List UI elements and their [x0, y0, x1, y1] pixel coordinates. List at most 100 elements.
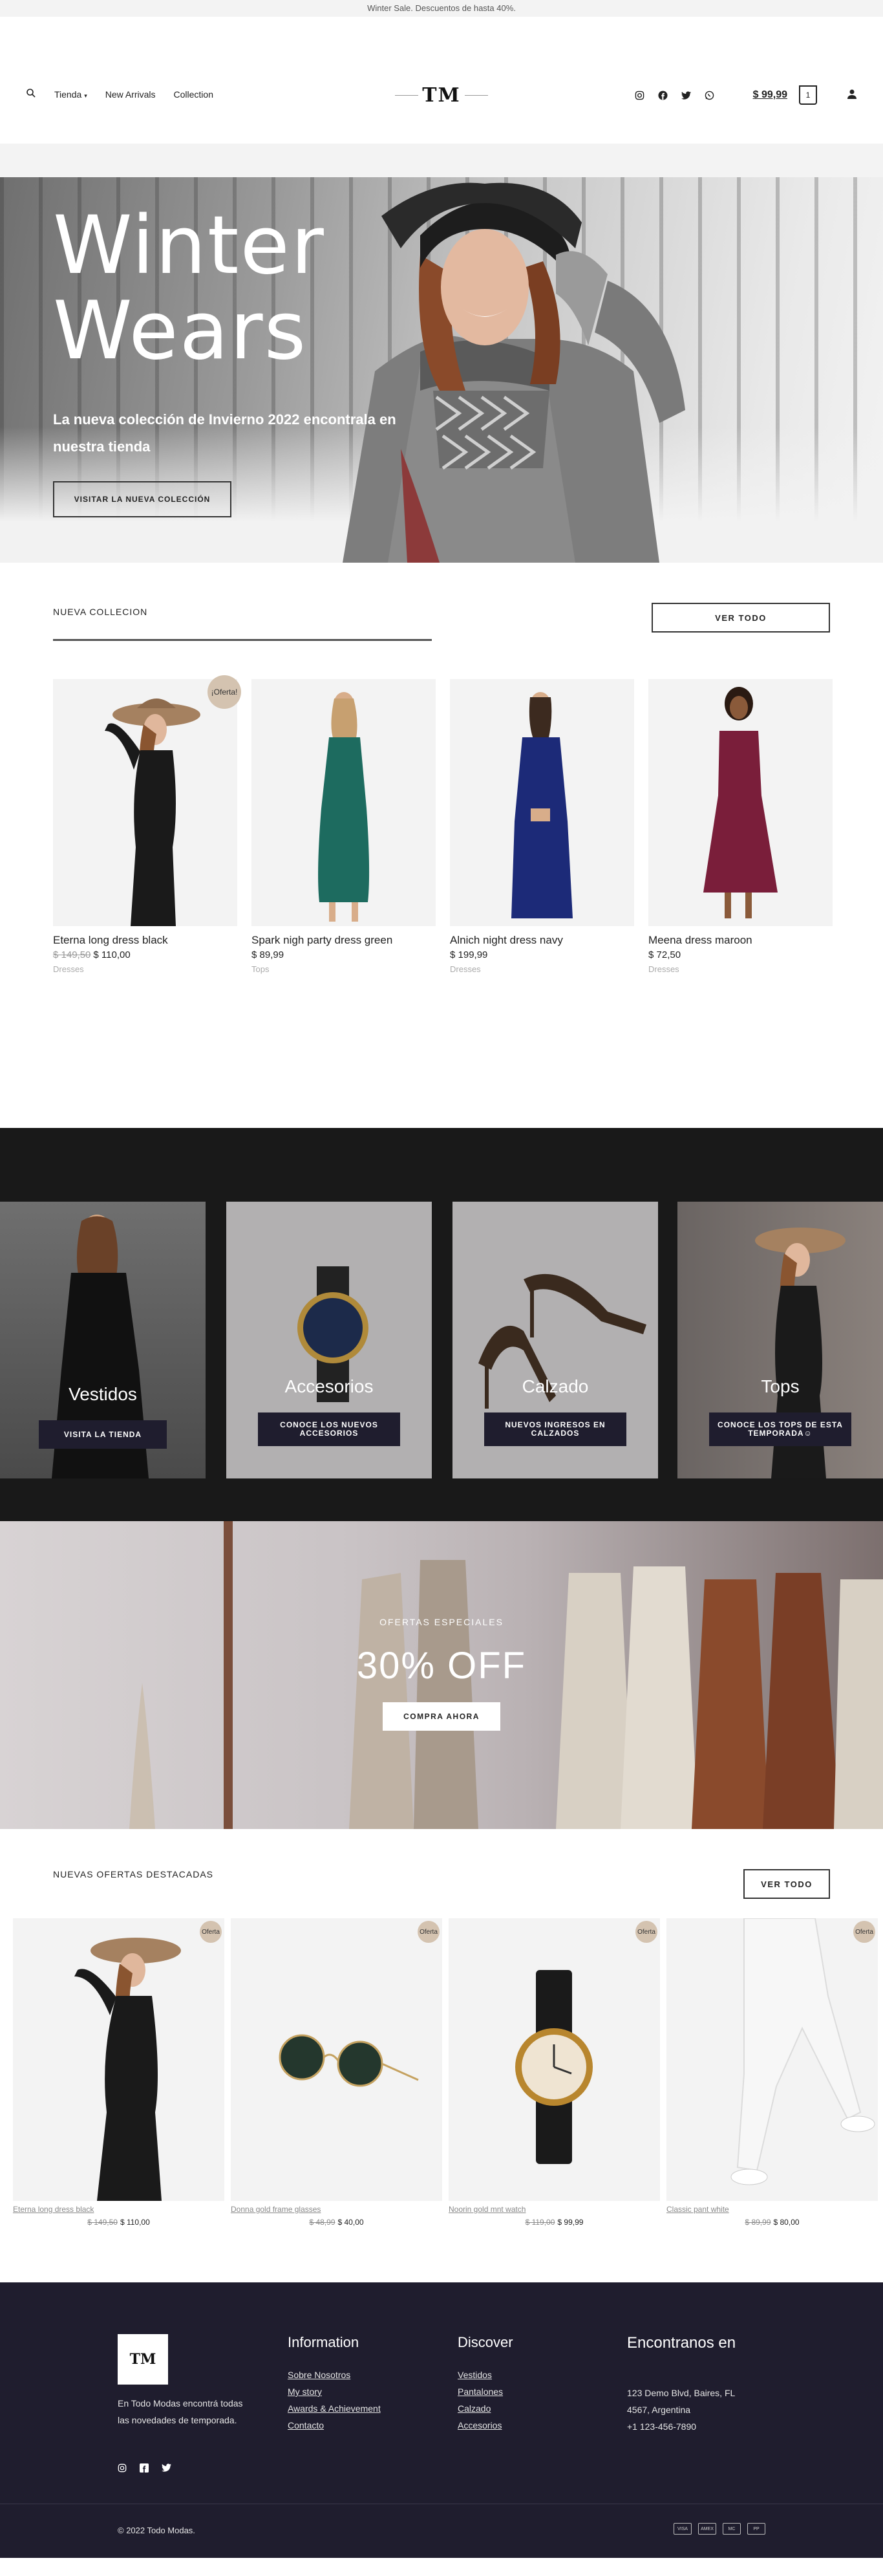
- mastercard-icon: MC: [723, 2523, 741, 2535]
- hero-subtitle: La nueva colección de Invierno 2022 enco…: [53, 411, 396, 455]
- main-nav: Tienda ▾ New Arrivals Collection: [26, 88, 213, 100]
- search-icon[interactable]: [26, 88, 36, 100]
- nav-collection[interactable]: Collection: [174, 89, 213, 100]
- product-category[interactable]: Dresses: [53, 964, 237, 974]
- footer-link-accesorios[interactable]: Accesorios: [458, 2417, 513, 2434]
- instagram-icon[interactable]: [118, 2463, 127, 2474]
- footer-copyright: © 2022 Todo Modas.: [118, 2526, 195, 2535]
- promo-title: 30% OFF: [356, 1645, 527, 1687]
- offer-price: $ 149,50 $ 110,00: [87, 2218, 150, 2227]
- nav-tienda[interactable]: Tienda ▾: [54, 89, 87, 100]
- product-name[interactable]: Spark nigh party dress green: [251, 934, 436, 947]
- offer-photo-white-pants: [730, 1918, 875, 2185]
- offer-card[interactable]: Oferta Classic pant white $ 89,99 $ 80,00: [666, 1918, 878, 2227]
- offer-name[interactable]: Eterna long dress black: [13, 2205, 224, 2214]
- footer-info-column: Information Sobre Nosotros My story Awar…: [288, 2334, 381, 2434]
- twitter-icon[interactable]: [162, 2463, 171, 2474]
- offers-grid: Oferta Eterna long dress black $ 149,50 $…: [0, 1918, 883, 2227]
- buy-now-button[interactable]: COMPRA AHORA: [383, 1702, 500, 1731]
- site-footer: TM En Todo Modas encontrá todas las nove…: [0, 2282, 883, 2558]
- site-header: Tienda ▾ New Arrivals Collection TM $ 99…: [0, 17, 883, 144]
- new-collection-header: NUEVA COLLECION VER TODO: [0, 563, 883, 660]
- category-card-calzado[interactable]: Calzado NUEVOS INGRESOS EN CALZADOS: [452, 1202, 658, 1478]
- footer-link-pantalones[interactable]: Pantalones: [458, 2383, 513, 2400]
- product-photo-green-dress: [318, 692, 370, 922]
- footer-discover-column: Discover Vestidos Pantalones Calzado Acc…: [458, 2334, 513, 2434]
- product-category[interactable]: Dresses: [450, 964, 634, 974]
- category-card-accesorios[interactable]: Accesorios CONOCE LOS NUEVOS ACCESORIOS: [226, 1202, 432, 1478]
- offer-name[interactable]: Donna gold frame glasses: [231, 2205, 442, 2214]
- footer-address-line2: 4567, Argentina: [627, 2405, 691, 2415]
- offer-name[interactable]: Classic pant white: [666, 2205, 878, 2214]
- sale-badge: Oferta: [418, 1921, 440, 1943]
- instagram-icon[interactable]: [633, 88, 647, 102]
- visit-store-button[interactable]: VISITA LA TIENDA: [39, 1420, 167, 1449]
- offers-header: NUEVAS OFERTAS DESTACADAS VER TODO: [0, 1829, 883, 1913]
- footer-contact-column: Encontranos en 123 Demo Blvd, Baires, FL…: [627, 2334, 736, 2435]
- category-title: Calzado: [522, 1376, 589, 1396]
- nav-new-arrivals[interactable]: New Arrivals: [105, 89, 156, 100]
- paypal-icon: PP: [747, 2523, 765, 2535]
- footer-link-about[interactable]: Sobre Nosotros: [288, 2366, 381, 2383]
- whatsapp-icon[interactable]: [703, 88, 717, 102]
- sale-badge: Oferta: [853, 1921, 875, 1943]
- footer-link-contact[interactable]: Contacto: [288, 2417, 381, 2434]
- category-card-vestidos[interactable]: Vestidos VISITA LA TIENDA: [0, 1202, 206, 1478]
- sale-badge: Oferta: [635, 1921, 657, 1943]
- product-name[interactable]: Alnich night dress navy: [450, 934, 634, 947]
- product-image[interactable]: [450, 679, 634, 926]
- category-card-tops[interactable]: Tops CONOCE LOS TOPS DE ESTA TEMPORADA☺: [677, 1202, 883, 1478]
- amex-icon: AMEX: [698, 2523, 716, 2535]
- offer-photo-glasses: [279, 2034, 419, 2087]
- product-card[interactable]: Alnich night dress navy $ 199,99 Dresses: [450, 679, 634, 974]
- offer-photo-black-dress: [74, 1938, 181, 2201]
- footer-phone: +1 123-456-7890: [627, 2421, 697, 2432]
- view-all-button[interactable]: VER TODO: [652, 603, 830, 633]
- product-card[interactable]: Meena dress maroon $ 72,50 Dresses: [648, 679, 833, 974]
- footer-link-story[interactable]: My story: [288, 2383, 381, 2400]
- product-name[interactable]: Eterna long dress black: [53, 934, 237, 947]
- cart-total[interactable]: $ 99,99: [753, 89, 787, 101]
- promo-banner: OFERTAS ESPECIALES 30% OFF COMPRA AHORA: [0, 1521, 883, 1829]
- product-name[interactable]: Meena dress maroon: [648, 934, 833, 947]
- offer-image[interactable]: Oferta: [13, 1918, 224, 2201]
- header-spacer: [0, 144, 883, 177]
- footer-link-awards[interactable]: Awards & Achievement: [288, 2400, 381, 2417]
- footer-link-vestidos[interactable]: Vestidos: [458, 2366, 513, 2383]
- offer-photo-watch: [515, 1970, 593, 2164]
- product-image[interactable]: ¡Oferta!: [53, 675, 241, 926]
- product-image[interactable]: [648, 679, 833, 926]
- product-photo-maroon-dress: [703, 687, 778, 918]
- user-icon[interactable]: [847, 89, 857, 102]
- view-all-offers-button[interactable]: VER TODO: [743, 1869, 830, 1899]
- offer-card[interactable]: Oferta Eterna long dress black $ 149,50 $…: [13, 1918, 224, 2227]
- offer-image[interactable]: Oferta: [231, 1918, 442, 2201]
- announcement-bar: Winter Sale. Descuentos de hasta 40%.: [0, 0, 883, 17]
- new-accessories-button[interactable]: CONOCE LOS NUEVOS ACCESORIOS: [258, 1412, 400, 1446]
- footer-info-title: Information: [288, 2334, 359, 2350]
- product-category[interactable]: Dresses: [648, 964, 833, 974]
- product-card[interactable]: Spark nigh party dress green $ 89,99 Top…: [251, 679, 436, 974]
- seasonal-tops-button[interactable]: CONOCE LOS TOPS DE ESTA TEMPORADA☺: [709, 1412, 851, 1446]
- promo-subtitle: OFERTAS ESPECIALES: [379, 1617, 504, 1627]
- footer-logo[interactable]: TM: [118, 2334, 168, 2385]
- offer-image[interactable]: Oferta: [666, 1918, 878, 2201]
- header-actions: $ 99,99 1: [633, 85, 857, 105]
- offer-card[interactable]: Oferta Donna gold frame glasses $ 48,99 $…: [231, 1918, 442, 2227]
- featured-offers: NUEVAS OFERTAS DESTACADAS VER TODO Ofert…: [0, 1829, 883, 2227]
- visit-collection-button[interactable]: VISITAR LA NUEVA COLECCIÓN: [53, 481, 231, 517]
- offer-image[interactable]: Oferta: [449, 1918, 660, 2201]
- offer-card[interactable]: Oferta Noorin gold mnt watch $ 119,00 $ 9…: [449, 1918, 660, 2227]
- facebook-icon[interactable]: [140, 2463, 149, 2474]
- offer-name[interactable]: Noorin gold mnt watch: [449, 2205, 660, 2214]
- site-logo[interactable]: TM: [394, 81, 489, 109]
- new-shoes-button[interactable]: NUEVOS INGRESOS EN CALZADOS: [484, 1412, 626, 1446]
- facebook-icon[interactable]: [656, 88, 670, 102]
- offer-price: $ 119,00 $ 99,99: [525, 2218, 584, 2227]
- cart-icon[interactable]: 1: [799, 85, 817, 105]
- product-image[interactable]: [251, 679, 436, 926]
- footer-link-calzado[interactable]: Calzado: [458, 2400, 513, 2417]
- twitter-icon[interactable]: [679, 88, 694, 102]
- product-category[interactable]: Tops: [251, 964, 436, 974]
- product-card[interactable]: ¡Oferta! Eterna long dress black $ 149,5…: [53, 675, 241, 974]
